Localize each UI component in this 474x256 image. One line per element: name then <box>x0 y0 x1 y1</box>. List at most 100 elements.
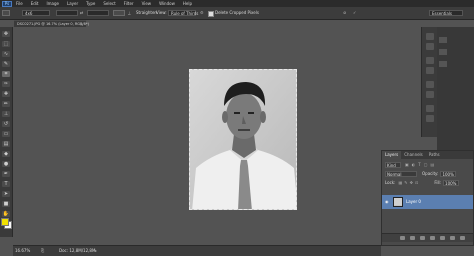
info-panel-icon[interactable] <box>426 105 434 112</box>
gradient-tool-icon[interactable]: ▤ <box>2 141 10 147</box>
trash-icon[interactable] <box>460 236 465 240</box>
layer-style-icon[interactable] <box>410 236 415 240</box>
eyedropper-tool-icon[interactable]: ✑ <box>2 81 10 87</box>
blend-opacity-row: Normal Opacity: 100% <box>385 170 457 177</box>
clone-source-panel-icon[interactable] <box>426 91 434 98</box>
paragraph-panel-icon[interactable] <box>426 67 434 74</box>
workspace-select[interactable]: Essentials <box>429 10 463 16</box>
hand-tool-icon[interactable]: ✋ <box>2 211 10 217</box>
rectangle-tool-icon[interactable]: ■ <box>2 201 10 207</box>
new-group-icon[interactable] <box>440 236 445 240</box>
gear-icon[interactable]: ⚙ <box>200 10 204 15</box>
export-icon[interactable]: ⎘ <box>41 248 44 253</box>
menu-filter[interactable]: Filter <box>120 1 138 7</box>
menu-view[interactable]: View <box>138 1 156 7</box>
portrait-photo <box>190 70 296 209</box>
history-panel-icon[interactable] <box>426 33 434 40</box>
filter-adjustment-icon[interactable]: ◐ <box>412 162 416 167</box>
styles-panel-icon[interactable] <box>439 61 447 67</box>
delete-cropped-checkbox[interactable] <box>208 11 214 17</box>
fill-label: Fill: <box>434 180 442 185</box>
fill-input[interactable]: 100% <box>443 179 460 186</box>
blend-mode-select[interactable]: Normal <box>385 170 417 177</box>
lasso-tool-icon[interactable]: ∿ <box>2 51 10 57</box>
menu-image[interactable]: Image <box>42 1 63 7</box>
pen-tool-icon[interactable]: ✒ <box>2 171 10 177</box>
document-size[interactable]: Doc: 12,8M/12,8M <box>59 248 95 253</box>
layer-kind-select[interactable]: Kind <box>385 161 401 168</box>
layers-panel: Layers Channels Paths Kind ▣ ◐ T ▢ ▤ Nor… <box>381 150 474 246</box>
adjustments-panel-icon[interactable] <box>439 49 447 55</box>
document-image[interactable] <box>189 69 297 210</box>
lock-transparent-icon[interactable]: ▦ <box>398 180 402 185</box>
menu-file[interactable]: File <box>12 1 27 7</box>
tab-paths[interactable]: Paths <box>426 151 443 159</box>
lock-fill-row: Lock: ▦ ✎ ✥ ⊡ Fill: 100% <box>385 179 460 186</box>
path-selection-tool-icon[interactable]: ➤ <box>2 191 10 197</box>
zoom-level[interactable]: 16.67% <box>15 248 30 253</box>
menu-layer[interactable]: Layer <box>63 1 82 7</box>
tab-layers[interactable]: Layers <box>382 151 402 159</box>
lock-label: Lock: <box>385 180 396 185</box>
crop-tool-icon[interactable]: ⌗ <box>2 71 10 77</box>
layers-panel-footer <box>382 233 473 242</box>
quick-selection-tool-icon[interactable]: ✎ <box>2 61 10 67</box>
brush-panel-icon[interactable] <box>426 81 434 88</box>
crop-tool-preset-icon[interactable] <box>2 10 10 16</box>
swap-icon[interactable]: ⇄ <box>80 10 83 15</box>
clone-stamp-tool-icon[interactable]: ⊥ <box>2 111 10 117</box>
opacity-input[interactable]: 100% <box>440 170 457 177</box>
lock-image-icon[interactable]: ✎ <box>404 180 407 185</box>
layers-panel-tabs: Layers Channels Paths <box>382 151 473 159</box>
character-panel-icon[interactable] <box>426 57 434 64</box>
lock-position-icon[interactable]: ✥ <box>410 180 413 185</box>
menu-type[interactable]: Type <box>82 1 99 7</box>
filter-type-icon[interactable]: T <box>418 162 420 167</box>
crop-width-input[interactable] <box>56 10 78 16</box>
lock-all-icon[interactable]: ⊡ <box>415 180 418 185</box>
filter-shape-icon[interactable]: ▢ <box>424 162 428 167</box>
link-layers-icon[interactable] <box>400 236 405 240</box>
straighten-label[interactable]: Straighten <box>136 10 157 15</box>
overlay-view-select[interactable]: Rule of Thirds <box>168 10 198 16</box>
visibility-eye-icon[interactable]: ◉ <box>385 199 389 204</box>
add-mask-icon[interactable] <box>420 236 425 240</box>
options-bar: 4x6 ⇄ ⟂ Straighten View: Rule of Thirds … <box>0 7 474 20</box>
new-adjustment-layer-icon[interactable] <box>430 236 435 240</box>
collapsed-panels <box>437 27 474 151</box>
foreground-color-swatch[interactable] <box>1 218 9 226</box>
menu-edit[interactable]: Edit <box>27 1 43 7</box>
view-label: View: <box>156 10 167 15</box>
straighten-icon[interactable]: ⟂ <box>128 10 131 15</box>
move-tool-icon[interactable]: ✥ <box>2 31 10 37</box>
dodge-tool-icon[interactable]: ● <box>2 161 10 167</box>
crop-ratio-select[interactable]: 4x6 <box>22 10 50 16</box>
blur-tool-icon[interactable]: ◆ <box>2 151 10 157</box>
crop-height-input[interactable] <box>87 10 109 16</box>
history-brush-tool-icon[interactable]: ↺ <box>2 121 10 127</box>
cancel-icon[interactable]: ⊘ <box>343 10 346 15</box>
status-menu-arrow-icon[interactable]: ▸ <box>95 248 97 253</box>
new-layer-icon[interactable] <box>450 236 455 240</box>
layer-thumbnail-image <box>394 205 402 206</box>
healing-brush-tool-icon[interactable]: ✚ <box>2 91 10 97</box>
layer-name[interactable]: Layer 0 <box>406 199 421 204</box>
tab-channels[interactable]: Channels <box>401 151 426 159</box>
layer-row[interactable]: ◉ Layer 0 <box>382 195 473 209</box>
eraser-tool-icon[interactable]: ▭ <box>2 131 10 137</box>
color-panel-icon[interactable] <box>439 37 447 43</box>
layer-thumbnail <box>393 197 403 207</box>
clear-button[interactable] <box>113 10 125 16</box>
menu-help[interactable]: Help <box>179 1 196 7</box>
brush-tool-icon[interactable]: ✏ <box>2 101 10 107</box>
menu-select[interactable]: Select <box>99 1 119 7</box>
tools-panel: ✥ ⬚ ∿ ✎ ⌗ ✑ ✚ ✏ ⊥ ↺ ▭ ▤ ◆ ● ✒ T ➤ ■ ✋ <box>0 27 13 237</box>
marquee-tool-icon[interactable]: ⬚ <box>2 41 10 47</box>
type-tool-icon[interactable]: T <box>2 181 10 187</box>
filter-pixel-icon[interactable]: ▣ <box>405 162 409 167</box>
commit-icon[interactable]: ✓ <box>353 10 356 15</box>
menu-window[interactable]: Window <box>155 1 179 7</box>
filter-smart-object-icon[interactable]: ▤ <box>431 162 435 167</box>
swatches-panel-icon[interactable] <box>426 115 434 122</box>
actions-panel-icon[interactable] <box>426 43 434 50</box>
